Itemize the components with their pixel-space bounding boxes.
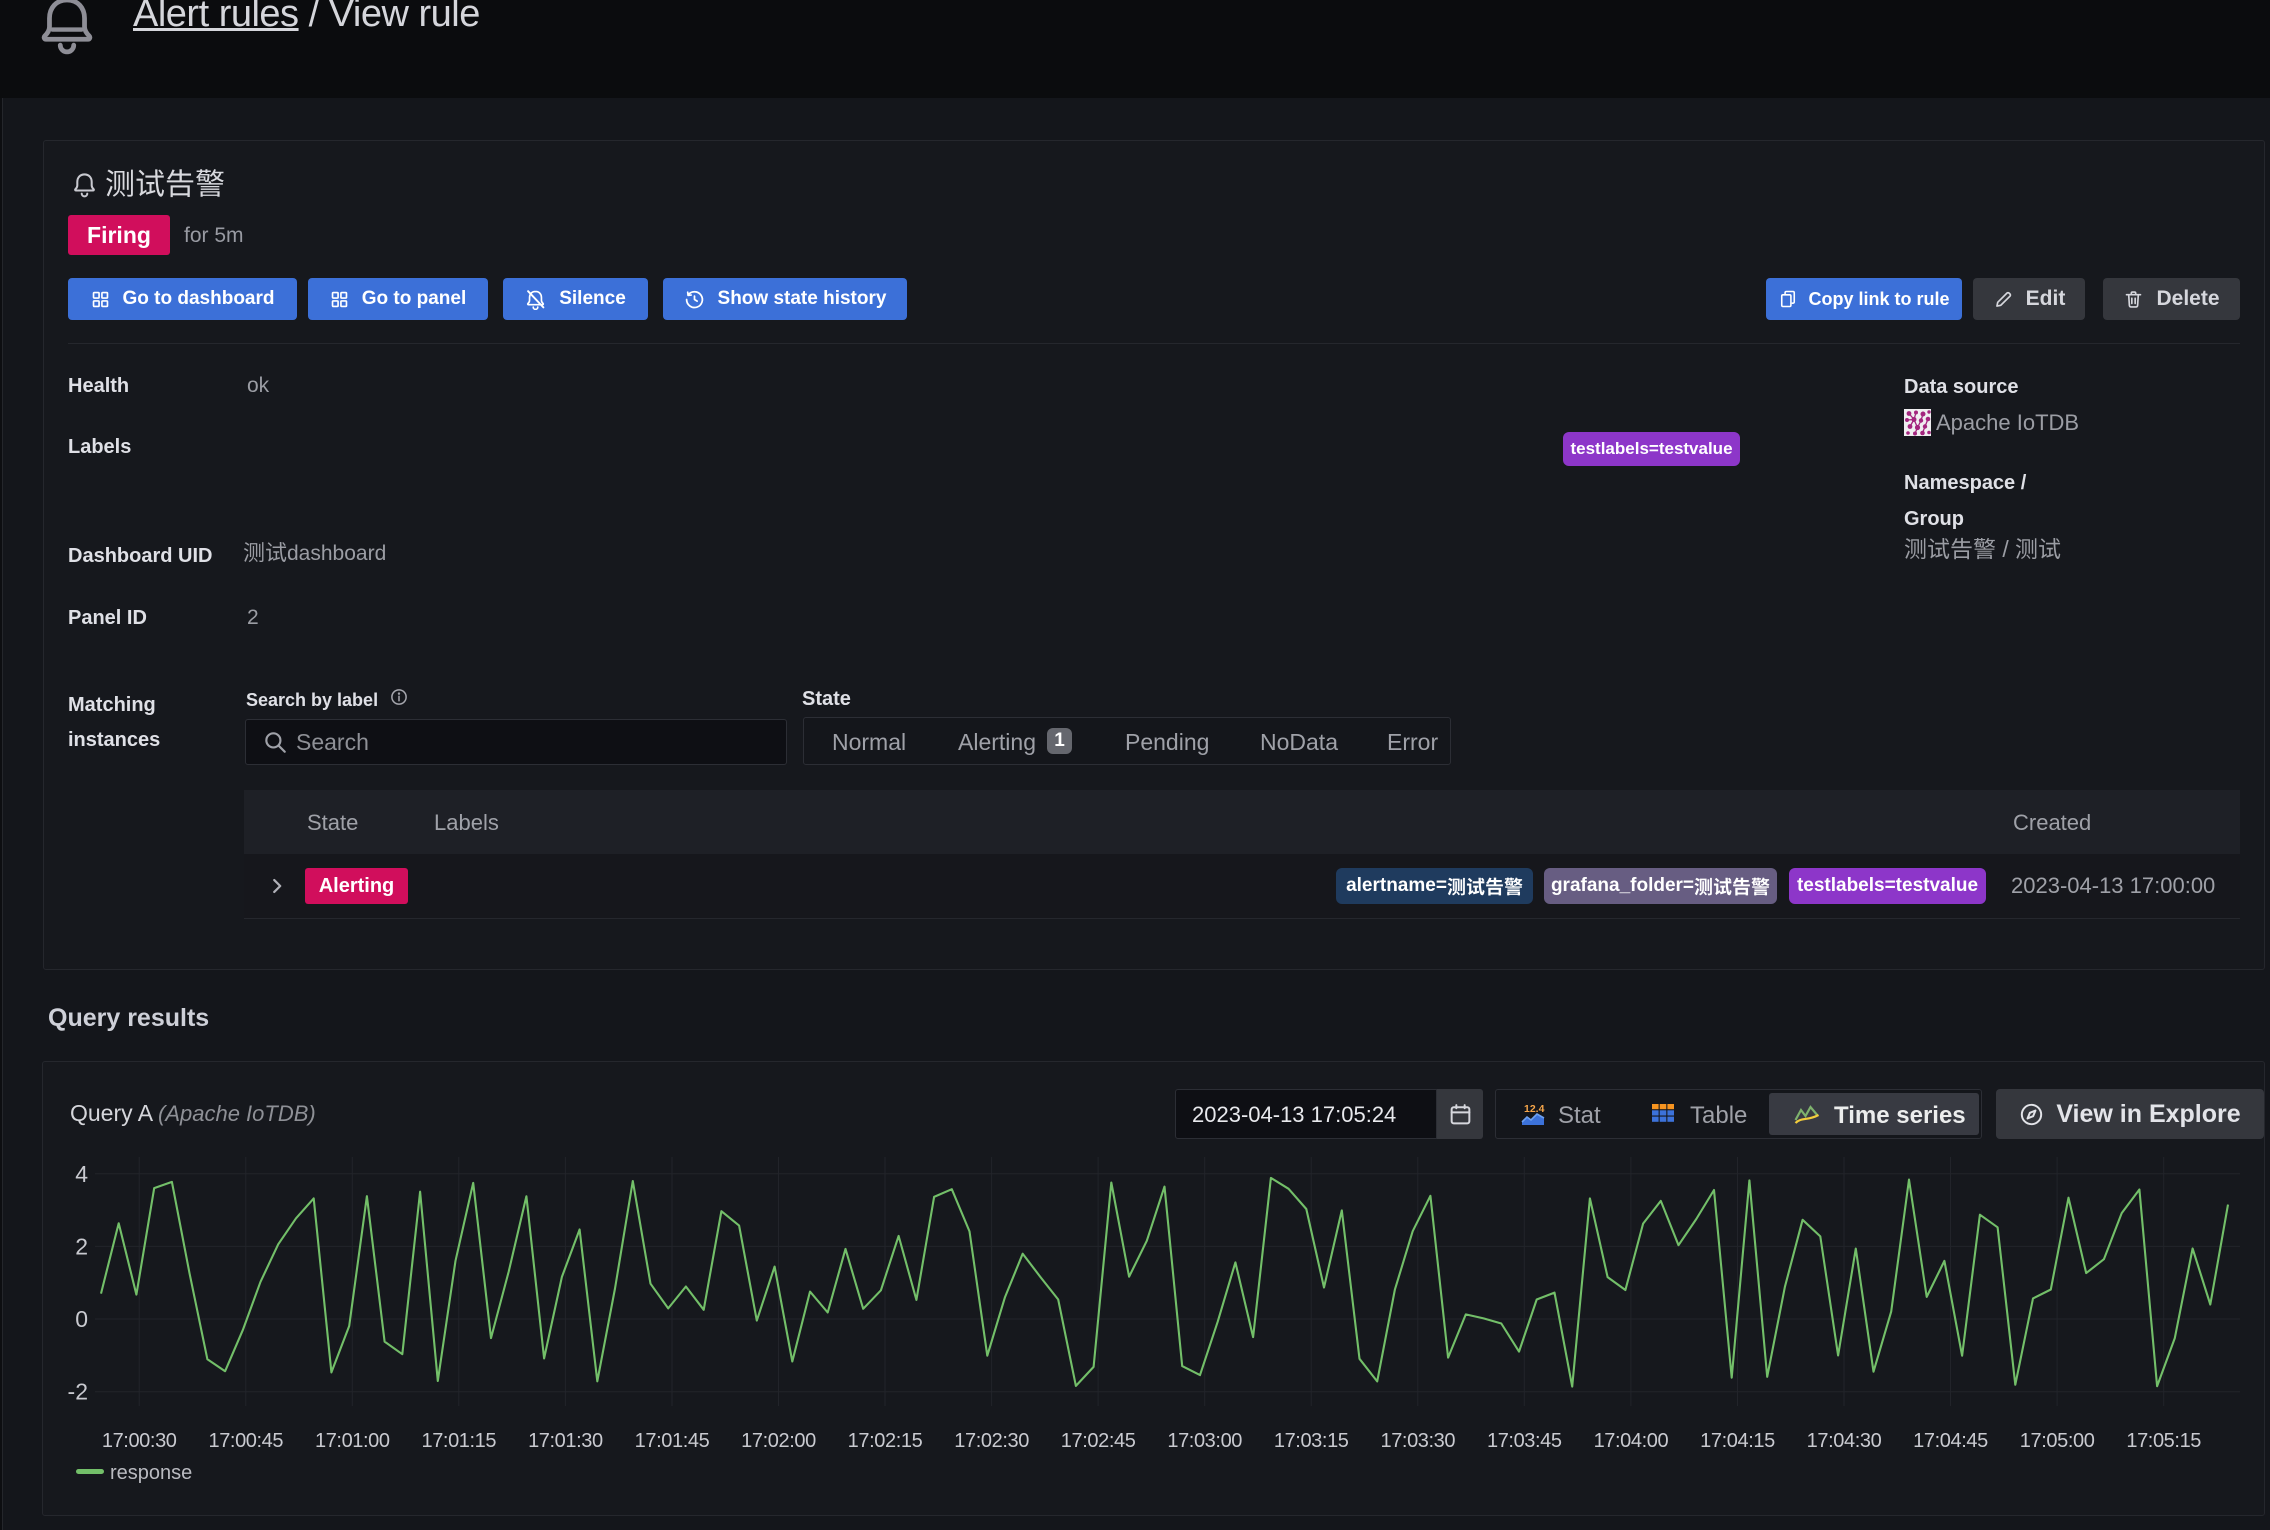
svg-text:17:00:30: 17:00:30: [102, 1430, 177, 1452]
svg-text:17:01:00: 17:01:00: [315, 1430, 390, 1452]
svg-text:-2: -2: [68, 1379, 88, 1405]
svg-text:17:03:00: 17:03:00: [1167, 1430, 1242, 1452]
svg-text:17:00:45: 17:00:45: [208, 1430, 283, 1452]
svg-text:17:04:15: 17:04:15: [1700, 1430, 1775, 1452]
svg-text:17:01:30: 17:01:30: [528, 1430, 603, 1452]
svg-text:17:03:45: 17:03:45: [1487, 1430, 1562, 1452]
svg-text:response: response: [110, 1462, 192, 1484]
svg-text:17:04:30: 17:04:30: [1807, 1430, 1882, 1452]
svg-text:2: 2: [75, 1233, 88, 1259]
svg-text:17:05:15: 17:05:15: [2126, 1430, 2201, 1452]
svg-text:17:03:30: 17:03:30: [1380, 1430, 1455, 1452]
svg-text:17:04:00: 17:04:00: [1594, 1430, 1669, 1452]
svg-text:17:05:00: 17:05:00: [2020, 1430, 2095, 1452]
svg-text:17:02:15: 17:02:15: [848, 1430, 923, 1452]
svg-text:4: 4: [75, 1161, 88, 1187]
svg-text:0: 0: [75, 1306, 88, 1332]
svg-text:17:01:45: 17:01:45: [635, 1430, 710, 1452]
svg-text:17:04:45: 17:04:45: [1913, 1430, 1988, 1452]
svg-text:17:02:45: 17:02:45: [1061, 1430, 1136, 1452]
svg-text:17:02:00: 17:02:00: [741, 1430, 816, 1452]
svg-text:17:02:30: 17:02:30: [954, 1430, 1029, 1452]
svg-text:17:03:15: 17:03:15: [1274, 1430, 1349, 1452]
svg-text:17:01:15: 17:01:15: [421, 1430, 496, 1452]
